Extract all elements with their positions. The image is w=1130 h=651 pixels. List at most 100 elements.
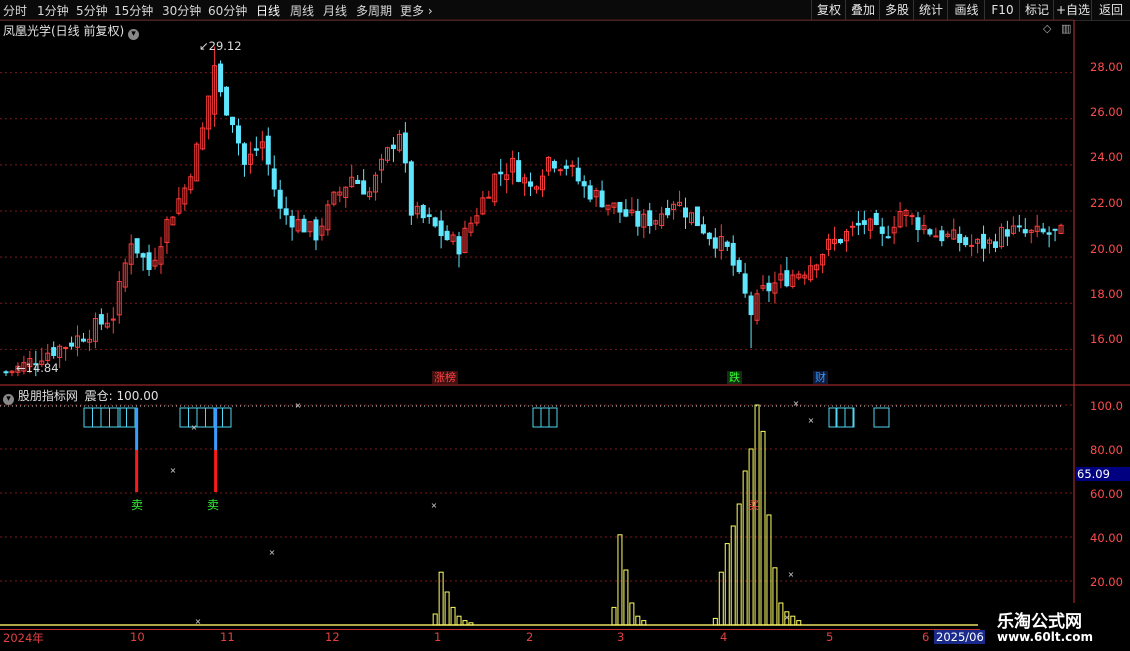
chart-frame [0, 19, 1130, 629]
candle-body [724, 241, 730, 247]
candle-body [885, 236, 891, 239]
candle-body [3, 371, 9, 374]
watermark-url: www.60lt.com [997, 630, 1094, 644]
time-tick: 2024年 [3, 631, 44, 645]
chart-canvas[interactable]: × × × × × × × × × × [0, 0, 1130, 650]
candle-body [528, 181, 534, 187]
indicator-bar [754, 404, 760, 626]
candle-body [516, 160, 522, 182]
candle-body [98, 314, 104, 325]
current-value-badge: 65.09 [1076, 467, 1130, 481]
indicator-tick: 60.00 [1090, 487, 1123, 501]
signal-box [126, 407, 136, 428]
indicator-bar [438, 571, 444, 626]
candle-body [361, 180, 367, 195]
tag-die[interactable]: 跌 [727, 371, 742, 384]
indicator-tick: 40.00 [1090, 531, 1123, 545]
candle-body [241, 143, 247, 165]
price-tick: 24.00 [1090, 150, 1123, 164]
candle-body [569, 164, 575, 167]
sell-signal-label: 卖 [207, 498, 220, 512]
tag-zhangbang[interactable]: 涨榜 [432, 371, 458, 384]
candle-body [981, 233, 987, 249]
price-panel-title: 凤凰光学(日线 前复权) ▾ [3, 22, 140, 40]
candle-body [969, 244, 975, 247]
cross-marker: × [295, 401, 302, 410]
candle-body [432, 217, 438, 227]
signal-box [179, 407, 189, 428]
candle-body [683, 207, 689, 218]
candle-body [557, 169, 563, 172]
candle-body [623, 209, 629, 217]
tag-cai[interactable]: 财 [813, 371, 828, 384]
candle-body [265, 135, 271, 165]
indicator-bar [629, 602, 635, 626]
chevron-down-icon[interactable]: ▾ [3, 394, 14, 405]
signal-box [548, 407, 558, 428]
candle-body [933, 235, 939, 238]
price-tick: 20.00 [1090, 242, 1123, 256]
panel-layout-icon[interactable]: ▥ [1061, 22, 1071, 35]
candle-body [665, 207, 671, 216]
candle-body [694, 206, 700, 227]
cross-marker: × [788, 570, 795, 579]
diamond-icon[interactable]: ◇ [1043, 22, 1051, 35]
candle-body [146, 252, 152, 270]
signal-box [100, 407, 110, 428]
candle-body [1022, 229, 1028, 234]
candle-body [617, 201, 623, 213]
signal-box [836, 407, 846, 428]
indicator-bar [742, 470, 748, 626]
indicator-tick: 100.0 [1090, 399, 1123, 413]
candle-body [140, 253, 146, 258]
indicator-bar [778, 602, 784, 626]
candle-body [277, 189, 283, 209]
indicator-bar [736, 503, 742, 626]
time-tick: 5 [826, 630, 834, 644]
stock-title: 凤凰光学(日线 前复权) [3, 24, 125, 38]
indicator-bar [760, 430, 766, 626]
signal-box [109, 407, 119, 428]
time-tick: 11 [220, 630, 235, 644]
signal-box [532, 407, 542, 428]
candle-body [134, 238, 140, 254]
candle-body [283, 208, 289, 216]
high-price-label: ↙29.12 [199, 39, 242, 53]
cross-marker: × [269, 548, 276, 557]
indicator-tick: 80.00 [1090, 443, 1123, 457]
price-tick: 28.00 [1090, 60, 1123, 74]
signal-box [540, 407, 550, 428]
cross-marker: × [808, 416, 815, 425]
candle-body [289, 215, 295, 228]
cross-marker: × [195, 617, 202, 626]
candle-body [224, 86, 230, 116]
indicator-bar [432, 613, 438, 626]
indicator-bar [724, 543, 730, 626]
candle-body [1046, 232, 1052, 235]
candle-body [563, 165, 569, 169]
chevron-down-icon[interactable]: ▾ [128, 29, 140, 40]
candle-body [855, 222, 861, 226]
indicator-bar [450, 606, 456, 626]
candle-body [915, 217, 921, 231]
candle-body [736, 260, 742, 273]
candle-body [742, 273, 748, 294]
watermark-name: 乐淘公式网 [997, 612, 1082, 632]
candle-body [426, 214, 432, 218]
time-tick: 6 [922, 630, 930, 644]
candle-body [1052, 228, 1058, 231]
candle-body [939, 230, 945, 242]
candle-body [748, 295, 754, 316]
indicator-bar [772, 567, 778, 626]
signal-box [117, 407, 127, 428]
candle-body [486, 196, 492, 199]
time-tick: 12 [325, 630, 340, 644]
signal-box [844, 407, 854, 428]
indicator-tick: 20.00 [1090, 575, 1123, 589]
time-tick: 4 [720, 630, 728, 644]
buy-signal-label: 买 [748, 499, 759, 512]
cross-marker: × [170, 466, 177, 475]
candle-body [963, 237, 969, 246]
candle-body [927, 229, 933, 235]
candle-body [766, 282, 772, 292]
